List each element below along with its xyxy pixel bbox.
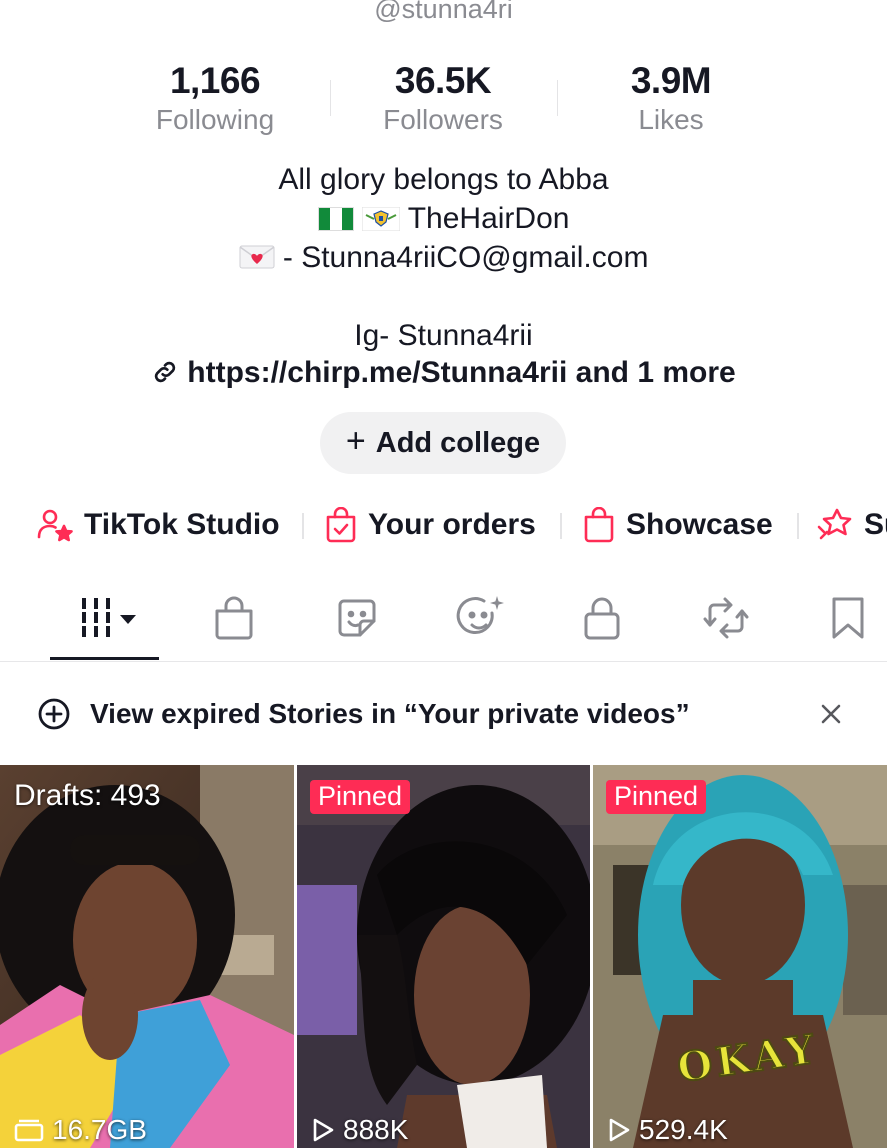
- profile-bio: All glory belongs to Abba TheHairDon - S…: [0, 160, 887, 355]
- add-college-label: Add college: [375, 426, 541, 459]
- add-story-icon: [38, 698, 70, 730]
- shortcut-subscription[interactable]: Su: [816, 500, 887, 550]
- tab-videos[interactable]: [64, 588, 154, 648]
- orders-bag-check-icon: [326, 507, 356, 543]
- active-tab-indicator: [50, 657, 159, 660]
- nigeria-flag-icon: [317, 202, 354, 241]
- video-views: 529.4K: [607, 1114, 728, 1146]
- video-grid: Drafts: 493 16.7GB Pinned 888K Pinned OK…: [0, 765, 887, 1148]
- video-views: 888K: [311, 1114, 408, 1146]
- stat-following[interactable]: 1,166 Following: [115, 60, 315, 136]
- grid-icon: [82, 598, 136, 637]
- love-letter-icon: [239, 241, 275, 280]
- creator-person-star-icon: [37, 509, 73, 542]
- tab-stickers[interactable]: [317, 588, 397, 648]
- following-count: 1,166: [169, 60, 261, 101]
- likes-count: 3.9M: [630, 60, 712, 101]
- stat-divider: [557, 80, 558, 116]
- add-college-button[interactable]: + Add college: [320, 412, 566, 474]
- shortcut-showcase[interactable]: Showcase: [582, 500, 773, 550]
- shortcut-label: Showcase: [626, 508, 773, 541]
- following-label: Following: [155, 104, 275, 135]
- stat-likes[interactable]: 3.9M Likes: [571, 60, 771, 136]
- virgin-islands-flag-icon: [361, 202, 401, 241]
- bio-salon-name: TheHairDon: [407, 202, 570, 235]
- ai-face-icon: [456, 596, 504, 634]
- shopping-bag-icon: [215, 596, 253, 640]
- bio-line: All glory belongs to Abba: [278, 163, 609, 196]
- profile-handle: @stunna4ri: [374, 0, 513, 24]
- profile-link[interactable]: https://chirp.me/Stunna4rii and 1 more: [0, 356, 887, 390]
- shortcut-label: TikTok Studio: [84, 508, 280, 541]
- shortcut-label: Su: [864, 508, 887, 541]
- profile-link-text: https://chirp.me/Stunna4rii and 1 more: [187, 356, 736, 389]
- tab-ai-self[interactable]: [440, 588, 520, 648]
- profile-tabs: [0, 588, 887, 662]
- video-thumbnail-pinned-2[interactable]: Pinned OKAY 529.4K: [593, 765, 887, 1148]
- stat-divider: [330, 80, 331, 116]
- likes-label: Likes: [638, 104, 704, 135]
- profile-stats: 1,166 Following 36.5K Followers 3.9M Lik…: [0, 60, 887, 140]
- tab-shop[interactable]: [194, 588, 274, 648]
- close-icon[interactable]: [811, 694, 851, 734]
- followers-label: Followers: [383, 104, 503, 135]
- drafts-thumbnail-image: [0, 765, 294, 1148]
- drafts-count: Drafts: 493: [14, 779, 161, 812]
- bio-spacer: [0, 277, 887, 316]
- notice-text: View expired Stories in “Your private vi…: [90, 698, 690, 729]
- sticker-icon: [338, 599, 376, 637]
- play-icon: [609, 1118, 630, 1142]
- repost-icon: [703, 597, 749, 639]
- storage-icon: [14, 1119, 44, 1142]
- play-icon: [313, 1118, 334, 1142]
- drafts-storage: 16.7GB: [14, 1114, 147, 1146]
- view-count: 529.4K: [639, 1114, 728, 1145]
- bio-line: TheHairDon: [0, 199, 887, 238]
- link-icon: [155, 361, 176, 383]
- video-thumbnail-pinned-1[interactable]: Pinned 888K: [297, 765, 590, 1148]
- shortcut-tiktok-studio[interactable]: TikTok Studio: [36, 500, 280, 550]
- bookmark-icon: [832, 597, 864, 639]
- followers-count: 36.5K: [394, 60, 492, 101]
- stat-followers[interactable]: 36.5K Followers: [343, 60, 543, 136]
- plus-icon: +: [345, 422, 366, 460]
- video-thumbnail-drafts[interactable]: Drafts: 493 16.7GB: [0, 765, 294, 1148]
- tab-private[interactable]: [562, 588, 642, 648]
- bio-line: Ig- Stunna4rii: [354, 319, 533, 352]
- tab-favorites[interactable]: [808, 588, 887, 648]
- expired-stories-notice[interactable]: View expired Stories in “Your private vi…: [36, 686, 851, 742]
- bio-line: - Stunna4riiCO@gmail.com: [0, 238, 887, 277]
- drafts-size: 16.7GB: [52, 1114, 147, 1145]
- shortcut-bar: TikTok Studio Your orders Showcase Su: [0, 500, 887, 550]
- shortcut-label: Your orders: [368, 508, 536, 541]
- bio-email: - Stunna4riiCO@gmail.com: [282, 241, 649, 274]
- pinned-video-2-image: [593, 765, 887, 1148]
- pinned-video-1-image: [297, 765, 590, 1148]
- pinned-badge: Pinned: [606, 780, 707, 814]
- shortcut-divider: [560, 513, 562, 539]
- showcase-bag-icon: [584, 507, 614, 543]
- shortcut-your-orders[interactable]: Your orders: [324, 500, 536, 550]
- pinned-badge: Pinned: [310, 780, 411, 814]
- view-count: 888K: [343, 1114, 409, 1145]
- subscription-star-icon: [817, 508, 852, 540]
- lock-icon: [584, 597, 620, 640]
- shortcut-divider: [797, 513, 799, 539]
- shortcut-divider: [302, 513, 304, 539]
- tab-reposts[interactable]: [686, 588, 766, 648]
